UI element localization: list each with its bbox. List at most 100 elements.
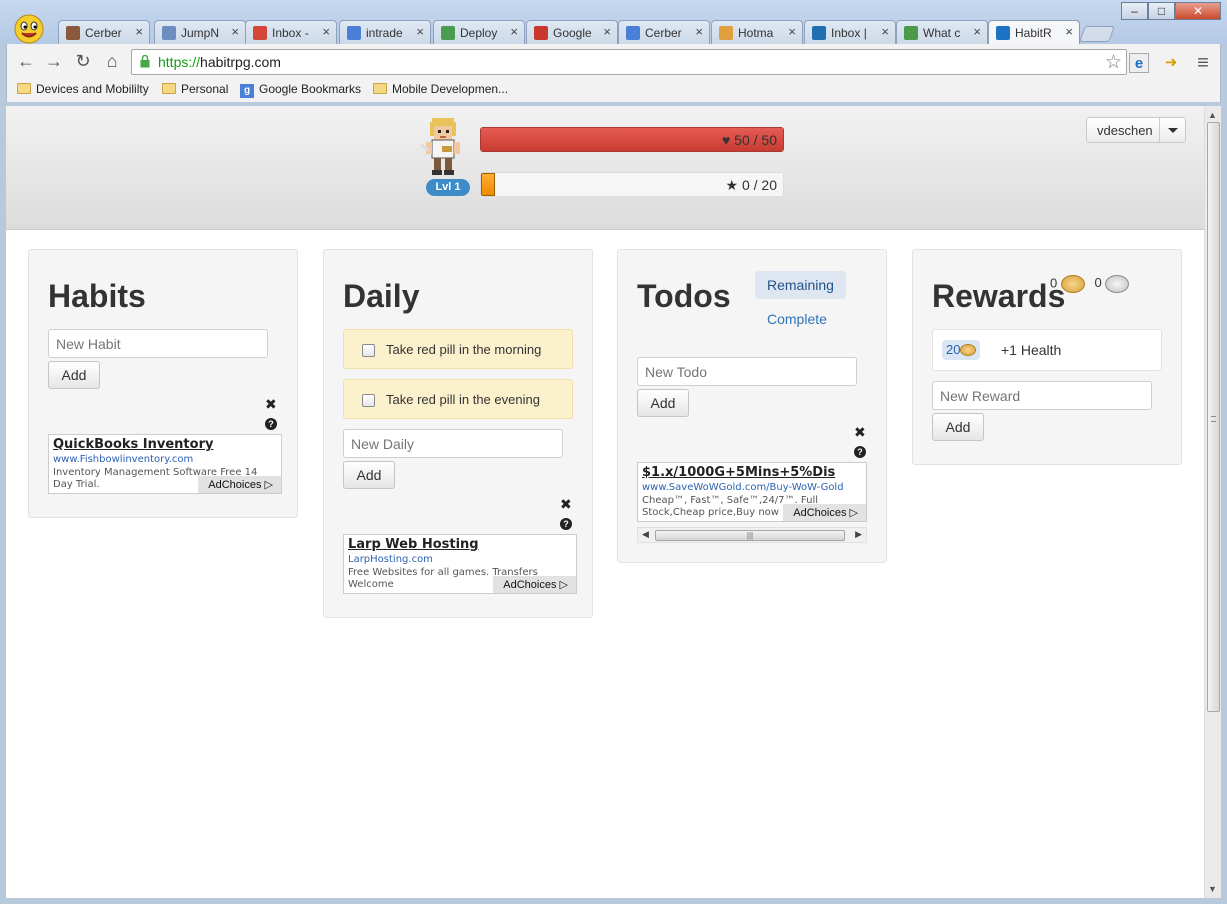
window-minimize-button[interactable]: –	[1121, 2, 1148, 20]
tab-favicon-icon	[162, 26, 176, 40]
tab-favicon-icon	[347, 26, 361, 40]
ad-banner[interactable]: Larp Web Hosting LarpHosting.com Free We…	[343, 534, 577, 594]
scroll-up-arrow-icon[interactable]: ▲	[1208, 110, 1217, 120]
window-maximize-button[interactable]: □	[1148, 2, 1175, 20]
tab-favicon-icon	[904, 26, 918, 40]
adchoices-link[interactable]: AdChoices ▷	[783, 504, 866, 521]
ad-banner[interactable]: QuickBooks Inventory www.Fishbowlinvento…	[48, 434, 282, 494]
ad-banner[interactable]: $1.x/1000G+5Mins+5%Dis www.SaveWoWGold.c…	[637, 462, 867, 522]
tab-favicon-icon	[441, 26, 455, 40]
adchoices-link[interactable]: AdChoices ▷	[198, 476, 281, 493]
daily-checkbox[interactable]	[362, 344, 375, 357]
tab-close-icon[interactable]: ×	[695, 24, 703, 39]
user-menu-dropdown-toggle[interactable]	[1159, 118, 1185, 142]
help-icon[interactable]: ?	[854, 446, 866, 458]
ad-title[interactable]: Larp Web Hosting	[348, 537, 479, 552]
tab-close-icon[interactable]: ×	[881, 24, 889, 39]
reward-label: +1 Health	[1001, 342, 1062, 358]
scroll-right-arrow-icon[interactable]: ▶	[855, 529, 862, 540]
new-daily-input[interactable]	[343, 429, 563, 458]
close-ad-icon[interactable]: ✖	[265, 396, 277, 413]
bookmark-personal[interactable]: Personal	[162, 82, 228, 96]
bookmark-google-bookmarks[interactable]: g Google Bookmarks	[240, 82, 361, 98]
help-icon[interactable]: ?	[560, 518, 572, 530]
tab-close-icon[interactable]: ×	[788, 24, 796, 39]
filter-remaining-tab[interactable]: Remaining	[755, 271, 846, 299]
browser-tab[interactable]: Deploy ×	[433, 20, 525, 44]
close-ad-icon[interactable]: ✖	[560, 496, 572, 513]
browser-tab[interactable]: intrade ×	[339, 20, 431, 44]
level-badge: Lvl 1	[426, 179, 470, 196]
daily-checkbox[interactable]	[362, 394, 375, 407]
experience-bar: ★ 0 / 20	[480, 172, 784, 197]
tab-close-icon[interactable]: ×	[231, 24, 239, 39]
bookmark-mobile-development[interactable]: Mobile Developmen...	[373, 82, 508, 96]
user-menu-button[interactable]: vdeschen	[1086, 117, 1186, 143]
close-ad-icon[interactable]: ✖	[854, 424, 866, 441]
player-header: Lvl 1 ♥ 50 / 50 ★ 0 / 20 vdeschen	[6, 106, 1204, 230]
home-button[interactable]: ⌂	[101, 50, 123, 72]
add-reward-button[interactable]: Add	[932, 413, 984, 441]
reload-button[interactable]: ↻	[72, 50, 94, 72]
caret-down-icon	[1168, 128, 1178, 133]
daily-title: Daily	[343, 278, 420, 314]
tab-close-icon[interactable]: ×	[416, 24, 424, 39]
tab-close-icon[interactable]: ×	[322, 24, 330, 39]
tab-close-icon[interactable]: ×	[973, 24, 981, 39]
daily-item[interactable]: Take red pill in the evening	[343, 379, 573, 419]
tab-close-icon[interactable]: ×	[603, 24, 611, 39]
forward-button[interactable]: →	[43, 50, 65, 72]
health-bar: ♥ 50 / 50	[480, 127, 784, 152]
habits-title: Habits	[48, 278, 146, 314]
new-habit-input[interactable]	[48, 329, 268, 358]
new-reward-input[interactable]	[932, 381, 1152, 410]
lock-icon	[140, 55, 150, 68]
tab-close-icon[interactable]: ×	[1065, 24, 1073, 39]
add-habit-button[interactable]: Add	[48, 361, 100, 389]
gold-coin-icon	[1060, 275, 1085, 293]
reward-price-button[interactable]: 20	[942, 340, 981, 360]
ie-tab-extension-icon[interactable]: e	[1129, 53, 1149, 73]
browser-tab[interactable]: What c ×	[896, 20, 988, 44]
ad-url[interactable]: LarpHosting.com	[348, 554, 433, 565]
experience-value: 0 / 20	[741, 177, 777, 193]
scroll-down-arrow-icon[interactable]: ▼	[1208, 884, 1217, 894]
ad-url[interactable]: www.SaveWoWGold.com/Buy-WoW-Gold	[642, 482, 844, 493]
new-tab-button[interactable]	[1079, 26, 1115, 42]
daily-item[interactable]: Take red pill in the morning	[343, 329, 573, 369]
browser-tab[interactable]: Inbox - ×	[245, 20, 337, 44]
address-bar[interactable]: https://habitrpg.com ☆	[131, 49, 1127, 75]
ad-title[interactable]: $1.x/1000G+5Mins+5%Dis	[642, 465, 835, 480]
window-close-button[interactable]: ✕	[1175, 2, 1221, 20]
filter-complete-tab[interactable]: Complete	[755, 305, 839, 333]
bookmark-star-icon[interactable]: ☆	[1105, 51, 1122, 74]
ad-url[interactable]: www.Fishbowlinventory.com	[53, 454, 193, 465]
browser-tab[interactable]: Cerber ×	[618, 20, 710, 44]
ad-horizontal-scrollbar[interactable]: ◀ ||| ▶	[637, 527, 867, 543]
browser-tab[interactable]: Hotma ×	[711, 20, 803, 44]
browser-tab[interactable]: JumpN ×	[154, 20, 246, 44]
ad-title[interactable]: QuickBooks Inventory	[53, 437, 213, 452]
scroll-left-arrow-icon[interactable]: ◀	[642, 529, 649, 540]
menu-icon[interactable]: ≡	[1193, 53, 1213, 73]
scroll-thumb[interactable]	[1207, 122, 1220, 712]
help-icon[interactable]: ?	[265, 418, 277, 430]
tab-close-icon[interactable]: ×	[135, 24, 143, 39]
adchoices-link[interactable]: AdChoices ▷	[493, 576, 576, 593]
health-value: 50 / 50	[734, 132, 777, 148]
browser-tab[interactable]: Google ×	[526, 20, 618, 44]
silver-coin-icon	[1105, 275, 1130, 293]
new-todo-input[interactable]	[637, 357, 857, 386]
reward-item[interactable]: 20 +1 Health	[932, 329, 1162, 371]
bookmark-devices-and-mobility[interactable]: Devices and Mobililty	[17, 82, 149, 96]
tab-close-icon[interactable]: ×	[510, 24, 518, 39]
scroll-thumb[interactable]: |||	[655, 530, 845, 541]
add-daily-button[interactable]: Add	[343, 461, 395, 489]
back-button[interactable]: ←	[15, 50, 37, 72]
extension-icon[interactable]: ➜	[1161, 53, 1181, 73]
browser-tab-active[interactable]: HabitR ×	[988, 20, 1080, 45]
page-vertical-scrollbar[interactable]: ▲ ▼	[1204, 106, 1221, 898]
add-todo-button[interactable]: Add	[637, 389, 689, 417]
browser-tab[interactable]: Cerber ×	[58, 20, 150, 44]
browser-tab[interactable]: Inbox | ×	[804, 20, 896, 44]
